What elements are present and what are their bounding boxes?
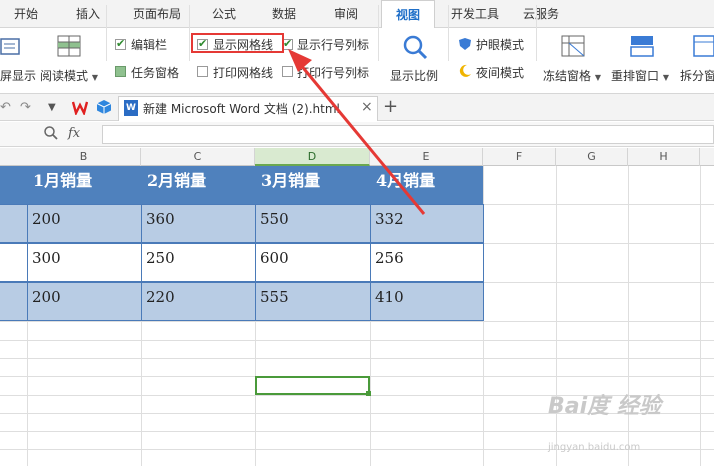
watermark-url: jingyan.baidu.com [548, 442, 641, 453]
watermark-logo: Bai度 经验 [548, 394, 661, 419]
